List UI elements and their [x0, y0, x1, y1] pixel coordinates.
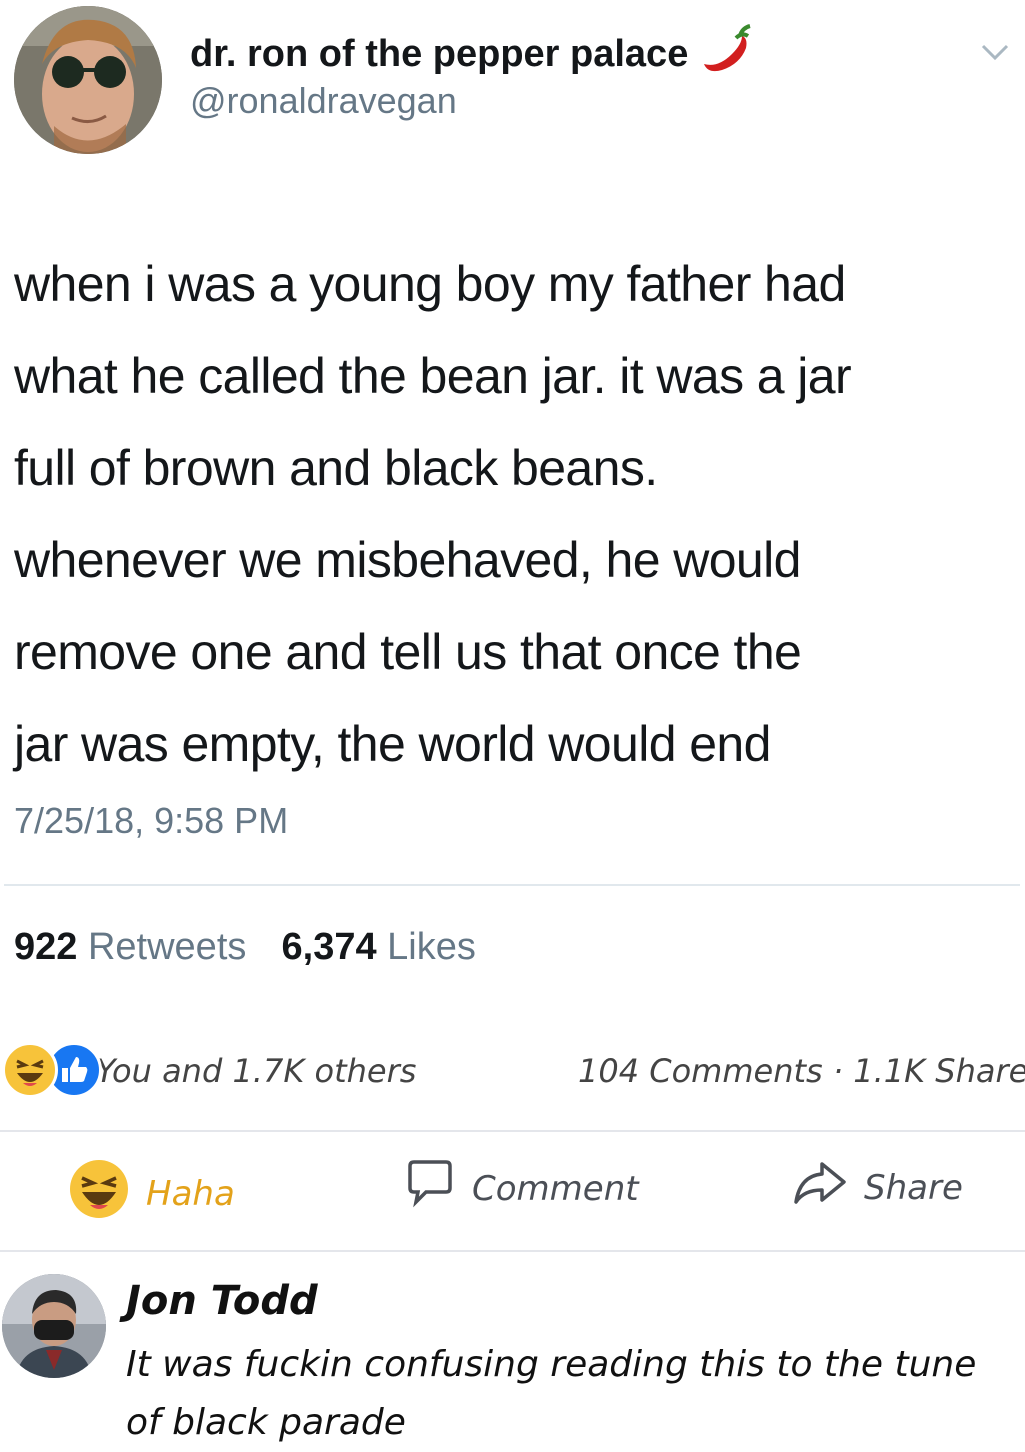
retweets-stat[interactable]: 922 Retweets	[14, 926, 257, 968]
comment-text-line: of black parade	[126, 1402, 406, 1443]
display-name-text: dr. ron of the pepper palace	[190, 32, 689, 75]
hot-pepper-icon	[698, 24, 754, 84]
tweet-stats: 922 Retweets 6,374 Likes	[14, 926, 476, 969]
share-button[interactable]: Share	[792, 1158, 963, 1217]
comment-label: Comment	[472, 1168, 639, 1209]
tweet-text-line: when i was a young boy my father had	[14, 256, 846, 312]
comment-icon	[404, 1158, 456, 1219]
commenter-avatar[interactable]	[2, 1274, 106, 1378]
chevron-down-icon[interactable]	[975, 38, 1015, 68]
haha-reaction-icon	[2, 1042, 58, 1098]
tweet-text-line: what he called the bean jar. it was a ja…	[14, 348, 852, 404]
tweet-text-line: whenever we misbehaved, he would	[14, 532, 801, 588]
retweets-count: 922	[14, 926, 78, 968]
tweet-text-line: remove one and tell us that once the	[14, 624, 802, 680]
comment-author[interactable]: Jon Todd	[126, 1278, 318, 1324]
tweet-text-line: jar was empty, the world would end	[14, 716, 771, 772]
divider	[4, 884, 1020, 886]
retweets-label: Retweets	[87, 926, 247, 968]
user-handle[interactable]: @ronaldravegan	[190, 80, 457, 122]
likes-label: Likes	[387, 926, 476, 968]
reaction-icons[interactable]	[2, 1042, 102, 1098]
divider	[0, 1250, 1025, 1252]
comment-text: It was fuckin confusing reading this to …	[126, 1336, 1016, 1452]
haha-icon	[68, 1158, 130, 1229]
display-name[interactable]: dr. ron of the pepper palace	[190, 24, 754, 84]
likes-stat[interactable]: 6,374 Likes	[282, 926, 476, 968]
tweet-text: when i was a young boy my father had wha…	[14, 238, 1014, 790]
profile-avatar[interactable]	[14, 6, 162, 154]
comment-button[interactable]: Comment	[404, 1158, 639, 1219]
share-icon	[792, 1158, 848, 1217]
comment-text-line: It was fuckin confusing reading this to …	[126, 1344, 977, 1385]
tweet-text-line: full of brown and black beans.	[14, 440, 658, 496]
haha-button[interactable]: Haha	[68, 1158, 235, 1229]
tweet-timestamp[interactable]: 7/25/18, 9:58 PM	[14, 800, 288, 842]
reactions-summary[interactable]: You and 1.7K others	[96, 1052, 416, 1090]
comments-shares-count[interactable]: 104 Comments · 1.1K Shares	[578, 1052, 1025, 1090]
divider	[0, 1130, 1025, 1132]
likes-count: 6,374	[281, 926, 377, 968]
haha-label: Haha	[146, 1173, 235, 1214]
share-label: Share	[864, 1167, 963, 1208]
